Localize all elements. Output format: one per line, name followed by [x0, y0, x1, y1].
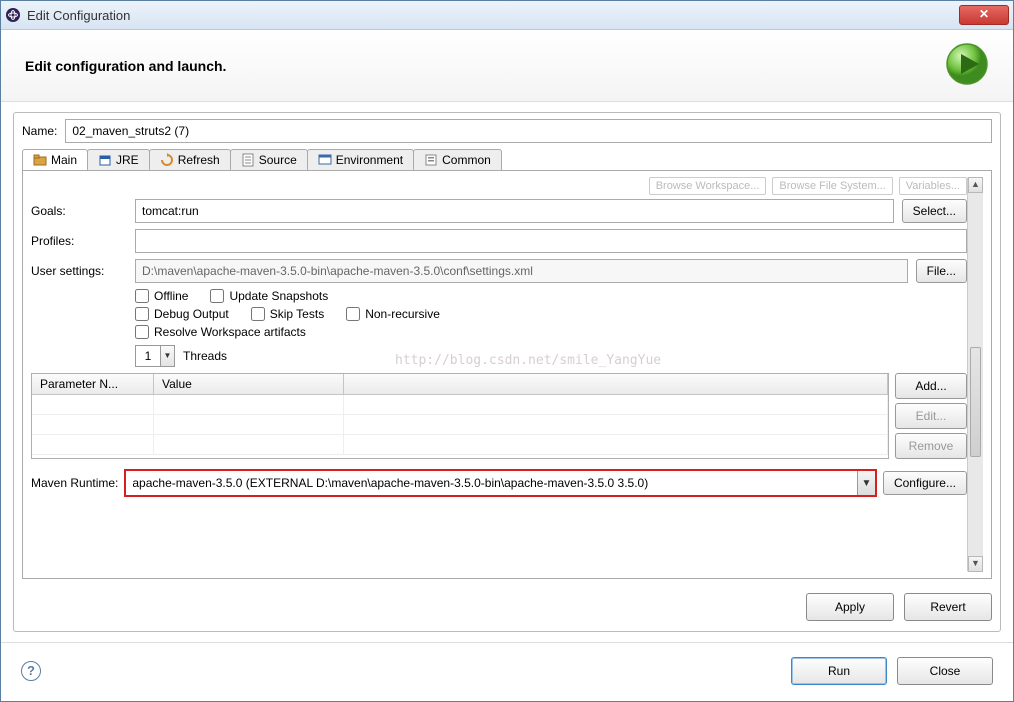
update-snapshots-check[interactable]: Update Snapshots: [210, 289, 328, 303]
variables-ghost: Variables...: [899, 177, 967, 195]
non-recursive-check[interactable]: Non-recursive: [346, 307, 440, 321]
run-button[interactable]: Run: [791, 657, 887, 685]
profiles-row: Profiles:: [31, 229, 967, 253]
scroll-up-icon[interactable]: ▲: [968, 177, 983, 193]
goals-label: Goals:: [31, 204, 127, 218]
parameters-body: [32, 395, 888, 457]
browse-workspace-ghost: Browse Workspace...: [649, 177, 767, 195]
edit-button[interactable]: Edit...: [895, 403, 967, 429]
dialog-window: Edit Configuration ✕ Edit configuration …: [0, 0, 1014, 702]
skip-tests-check[interactable]: Skip Tests: [251, 307, 324, 321]
close-button[interactable]: Close: [897, 657, 993, 685]
tab-jre[interactable]: JRE: [87, 149, 150, 170]
parameters-header: Parameter N... Value: [32, 374, 888, 395]
remove-button[interactable]: Remove: [895, 433, 967, 459]
threads-row: 1 ▼ Threads: [31, 345, 967, 367]
tab-environment[interactable]: Environment: [307, 149, 414, 170]
tab-bar: Main JRE Refresh Source Environment: [22, 149, 992, 171]
param-col-empty: [344, 374, 888, 394]
tab-environment-label: Environment: [336, 153, 403, 167]
user-settings-label: User settings:: [31, 264, 127, 278]
banner-headline: Edit configuration and launch.: [25, 58, 945, 74]
configure-button[interactable]: Configure...: [883, 471, 967, 495]
threads-value: 1: [136, 349, 160, 363]
source-tab-icon: [241, 153, 255, 167]
browse-filesystem-ghost: Browse File System...: [772, 177, 892, 195]
profiles-input[interactable]: [135, 229, 967, 253]
tab-source-label: Source: [259, 153, 297, 167]
scroll-area: Browse Workspace... Browse File System..…: [31, 177, 967, 572]
tab-common-label: Common: [442, 153, 491, 167]
param-buttons: Add... Edit... Remove: [895, 373, 967, 459]
content-area: Name: Main JRE Refresh Source: [1, 102, 1013, 642]
runtime-label: Maven Runtime:: [31, 476, 118, 490]
chevron-down-icon[interactable]: ▼: [160, 346, 174, 366]
titlebar: Edit Configuration ✕: [1, 1, 1013, 30]
table-row[interactable]: [32, 395, 888, 415]
user-settings-row: User settings: File...: [31, 259, 967, 283]
banner: Edit configuration and launch.: [1, 30, 1013, 102]
tab-main[interactable]: Main: [22, 149, 88, 170]
ghost-button-row: Browse Workspace... Browse File System..…: [31, 177, 967, 195]
close-window-button[interactable]: ✕: [959, 5, 1009, 25]
threads-spinner[interactable]: 1 ▼: [135, 345, 175, 367]
environment-tab-icon: [318, 153, 332, 167]
tab-refresh-label: Refresh: [178, 153, 220, 167]
tab-jre-label: JRE: [116, 153, 139, 167]
vertical-scrollbar[interactable]: ▲ ▼: [967, 177, 983, 572]
profiles-label: Profiles:: [31, 234, 127, 248]
options-checks: Offline Update Snapshots Debug Output Sk…: [31, 289, 967, 339]
select-button[interactable]: Select...: [902, 199, 967, 223]
run-large-icon: [945, 42, 989, 89]
parameters-table[interactable]: Parameter N... Value: [31, 373, 889, 459]
tab-source[interactable]: Source: [230, 149, 308, 170]
param-col-value: Value: [154, 374, 344, 394]
param-col-name: Parameter N...: [32, 374, 154, 394]
config-panel: Name: Main JRE Refresh Source: [13, 112, 1001, 632]
offline-check[interactable]: Offline: [135, 289, 188, 303]
help-icon[interactable]: ?: [21, 661, 41, 681]
runtime-row: Maven Runtime: apache-maven-3.5.0 (EXTER…: [31, 469, 967, 497]
tab-main-label: Main: [51, 153, 77, 167]
tab-common[interactable]: Common: [413, 149, 502, 170]
debug-output-check[interactable]: Debug Output: [135, 307, 229, 321]
scroll-thumb[interactable]: [970, 347, 981, 457]
table-row[interactable]: [32, 415, 888, 435]
scroll-down-icon[interactable]: ▼: [968, 556, 983, 572]
goals-input[interactable]: [135, 199, 894, 223]
chevron-down-icon[interactable]: ▼: [857, 471, 875, 495]
name-label: Name:: [22, 124, 57, 138]
name-row: Name:: [22, 119, 992, 143]
eclipse-icon: [5, 7, 21, 23]
runtime-select[interactable]: apache-maven-3.5.0 (EXTERNAL D:\maven\ap…: [124, 469, 877, 497]
goals-row: Goals: Select...: [31, 199, 967, 223]
name-input[interactable]: [65, 119, 992, 143]
file-button[interactable]: File...: [916, 259, 967, 283]
window-title: Edit Configuration: [27, 8, 959, 23]
runtime-value: apache-maven-3.5.0 (EXTERNAL D:\maven\ap…: [126, 474, 857, 492]
tab-refresh[interactable]: Refresh: [149, 149, 231, 170]
threads-label: Threads: [183, 349, 227, 363]
parameters-area: Parameter N... Value Add...: [31, 373, 967, 459]
jre-tab-icon: [98, 153, 112, 167]
tab-body: Browse Workspace... Browse File System..…: [22, 171, 992, 579]
main-tab-icon: [33, 153, 47, 167]
common-tab-icon: [424, 153, 438, 167]
refresh-tab-icon: [160, 153, 174, 167]
revert-button[interactable]: Revert: [904, 593, 992, 621]
apply-row: Apply Revert: [22, 579, 992, 621]
resolve-workspace-check[interactable]: Resolve Workspace artifacts: [135, 325, 306, 339]
apply-button[interactable]: Apply: [806, 593, 894, 621]
table-row[interactable]: [32, 435, 888, 455]
bottom-row: ? Run Close: [1, 642, 1013, 701]
add-button[interactable]: Add...: [895, 373, 967, 399]
user-settings-input[interactable]: [135, 259, 908, 283]
